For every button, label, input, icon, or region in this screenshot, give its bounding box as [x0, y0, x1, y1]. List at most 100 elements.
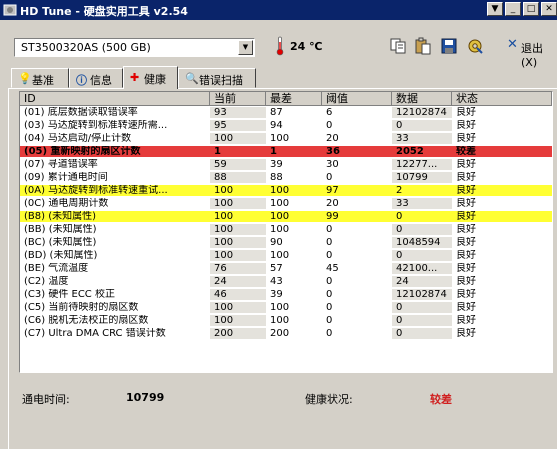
cell-threshold: 0: [326, 250, 333, 261]
column-header-status[interactable]: 状态: [452, 92, 552, 106]
cell-threshold: 0: [326, 237, 333, 248]
cell-worst: 43: [270, 276, 283, 287]
column-header-id[interactable]: ID: [20, 92, 210, 106]
cell-threshold: 6: [326, 107, 333, 118]
cell-data: 12277...: [396, 159, 438, 170]
table-row[interactable]: (C7) Ultra DMA CRC 错误计数 200 200 0 0 良好: [20, 328, 552, 339]
table-row[interactable]: (BE) 气流温度 76 57 45 42100... 良好: [20, 263, 552, 274]
cell-status: 良好: [456, 172, 476, 183]
cell-status: 良好: [456, 250, 476, 261]
title-bar: HD Tune - 硬盘实用工具 v2.54 ▼ _ □ ✕: [0, 0, 557, 20]
drive-select[interactable]: ST3500320AS (500 GB) ▼: [14, 38, 255, 57]
cell-id: (07) 寻道错误率: [24, 159, 98, 170]
paste-icon[interactable]: [414, 37, 432, 55]
temperature-readout: 24 ℃: [290, 40, 323, 53]
cell-worst: 100: [270, 224, 290, 235]
cell-threshold: 97: [326, 185, 339, 196]
tab-benchmark[interactable]: 💡 基准: [11, 68, 69, 88]
drive-select-value: ST3500320AS (500 GB): [21, 41, 151, 54]
cell-id: (C5) 当前待映射的扇区数: [24, 302, 139, 313]
table-row[interactable]: (01) 底层数据读取错误率 93 87 6 12102874 良好: [20, 107, 552, 118]
minimize-button[interactable]: _: [505, 2, 521, 16]
cell-threshold: 45: [326, 263, 339, 274]
cell-id: (0C) 通电周期计数: [24, 198, 109, 209]
table-row[interactable]: (04) 马达启动/停止计数 100 100 20 33 良好: [20, 133, 552, 144]
copy-icon[interactable]: [389, 37, 407, 55]
cell-status: 较差: [456, 146, 476, 157]
cell-data: 10799: [396, 172, 428, 183]
cell-status: 良好: [456, 237, 476, 248]
cell-data: 33: [396, 133, 409, 144]
table-row[interactable]: (BD) (未知属性) 100 100 0 0 良好: [20, 250, 552, 261]
cell-current: 59: [214, 159, 227, 170]
table-row[interactable]: (C2) 温度 24 43 0 24 良好: [20, 276, 552, 287]
cell-id: (C7) Ultra DMA CRC 错误计数: [24, 328, 166, 339]
tab-health[interactable]: ✚ 健康: [123, 66, 178, 89]
cell-threshold: 20: [326, 133, 339, 144]
column-header-threshold[interactable]: 阈值: [322, 92, 392, 106]
cell-threshold: 36: [326, 146, 340, 157]
table-row[interactable]: (C5) 当前待映射的扇区数 100 100 0 0 良好: [20, 302, 552, 313]
cell-current: 46: [214, 289, 227, 300]
cell-current: 1: [214, 146, 221, 157]
table-row[interactable]: (0A) 马达旋转到标准转速重试... 100 100 97 2 良好: [20, 185, 552, 196]
health-status-label: 健康状况:: [305, 393, 353, 406]
exit-button[interactable]: ✕ 退出(X): [503, 36, 557, 69]
table-row[interactable]: (BC) (未知属性) 100 90 0 1048594 良好: [20, 237, 552, 248]
cell-worst: 200: [270, 328, 290, 339]
table-row[interactable]: (BB) (未知属性) 100 100 0 0 良好: [20, 224, 552, 235]
cell-data: 12102874: [396, 289, 447, 300]
app-icon: [3, 4, 17, 16]
table-row[interactable]: (07) 寻道错误率 59 39 30 12277... 良好: [20, 159, 552, 170]
cell-current: 88: [214, 172, 227, 183]
cell-data: 0: [396, 224, 403, 235]
cell-current: 200: [214, 328, 234, 339]
cell-threshold: 99: [326, 211, 339, 222]
table-row[interactable]: (09) 累计通电时间 88 88 0 10799 良好: [20, 172, 552, 183]
smart-attribute-table[interactable]: ID 当前 最差 阈值 数据 状态 (01) 底层数据读取错误率 93 87 6 121…: [19, 91, 553, 373]
cell-threshold: 0: [326, 276, 333, 287]
cell-current: 100: [214, 302, 234, 313]
cell-data: 0: [396, 211, 403, 222]
thermometer-icon: [276, 36, 284, 56]
window-title: HD Tune - 硬盘实用工具 v2.54: [20, 5, 188, 18]
table-row[interactable]: (0C) 通电周期计数 100 100 20 33 良好: [20, 198, 552, 209]
settings-icon[interactable]: [466, 37, 484, 55]
column-header-data[interactable]: 数据: [392, 92, 452, 106]
maximize-button[interactable]: □: [523, 2, 539, 16]
cell-status: 良好: [456, 276, 476, 287]
cell-id: (C6) 脱机无法校正的扇区数: [24, 315, 149, 326]
chevron-down-icon[interactable]: ▼: [238, 40, 253, 55]
cell-status: 良好: [456, 159, 476, 170]
cell-worst: 100: [270, 133, 290, 144]
cell-worst: 100: [270, 198, 290, 209]
cell-id: (03) 马达旋转到标准转速所需...: [24, 120, 168, 131]
cell-id: (04) 马达启动/停止计数: [24, 133, 132, 144]
tab-info-label: 信息: [90, 74, 112, 87]
cell-worst: 88: [270, 172, 283, 183]
red-cross-icon: ✚: [130, 71, 140, 84]
column-header-current[interactable]: 当前: [210, 92, 266, 106]
tab-error-scan[interactable]: 🔍 错误扫描: [178, 68, 256, 88]
table-row[interactable]: (03) 马达旋转到标准转速所需... 95 94 0 0 良好: [20, 120, 552, 131]
cell-threshold: 20: [326, 198, 339, 209]
table-header: ID 当前 最差 阈值 数据 状态: [20, 92, 552, 106]
cell-current: 100: [214, 133, 234, 144]
column-header-worst[interactable]: 最差: [266, 92, 322, 106]
save-icon[interactable]: [440, 37, 458, 55]
cell-data: 2: [396, 185, 403, 196]
table-row[interactable]: (05) 重新映射的扇区计数 1 1 36 2052 较差: [20, 146, 552, 157]
cell-threshold: 0: [326, 120, 333, 131]
cell-current: 100: [214, 237, 234, 248]
close-button[interactable]: ✕: [541, 2, 557, 16]
scroll-down-icon[interactable]: ▼: [487, 2, 503, 16]
table-row[interactable]: (C3) 硬件 ECC 校正 46 39 0 12102874 良好: [20, 289, 552, 300]
cell-id: (BC) (未知属性): [24, 237, 97, 248]
cell-current: 100: [214, 250, 234, 261]
tab-info[interactable]: ⓘ 信息: [69, 68, 123, 88]
table-row[interactable]: (B8) (未知属性) 100 100 99 0 良好: [20, 211, 552, 222]
lightbulb-icon: 💡: [18, 72, 32, 85]
cell-status: 良好: [456, 120, 476, 131]
info-icon: ⓘ: [76, 74, 87, 87]
table-row[interactable]: (C6) 脱机无法校正的扇区数 100 100 0 0 良好: [20, 315, 552, 326]
